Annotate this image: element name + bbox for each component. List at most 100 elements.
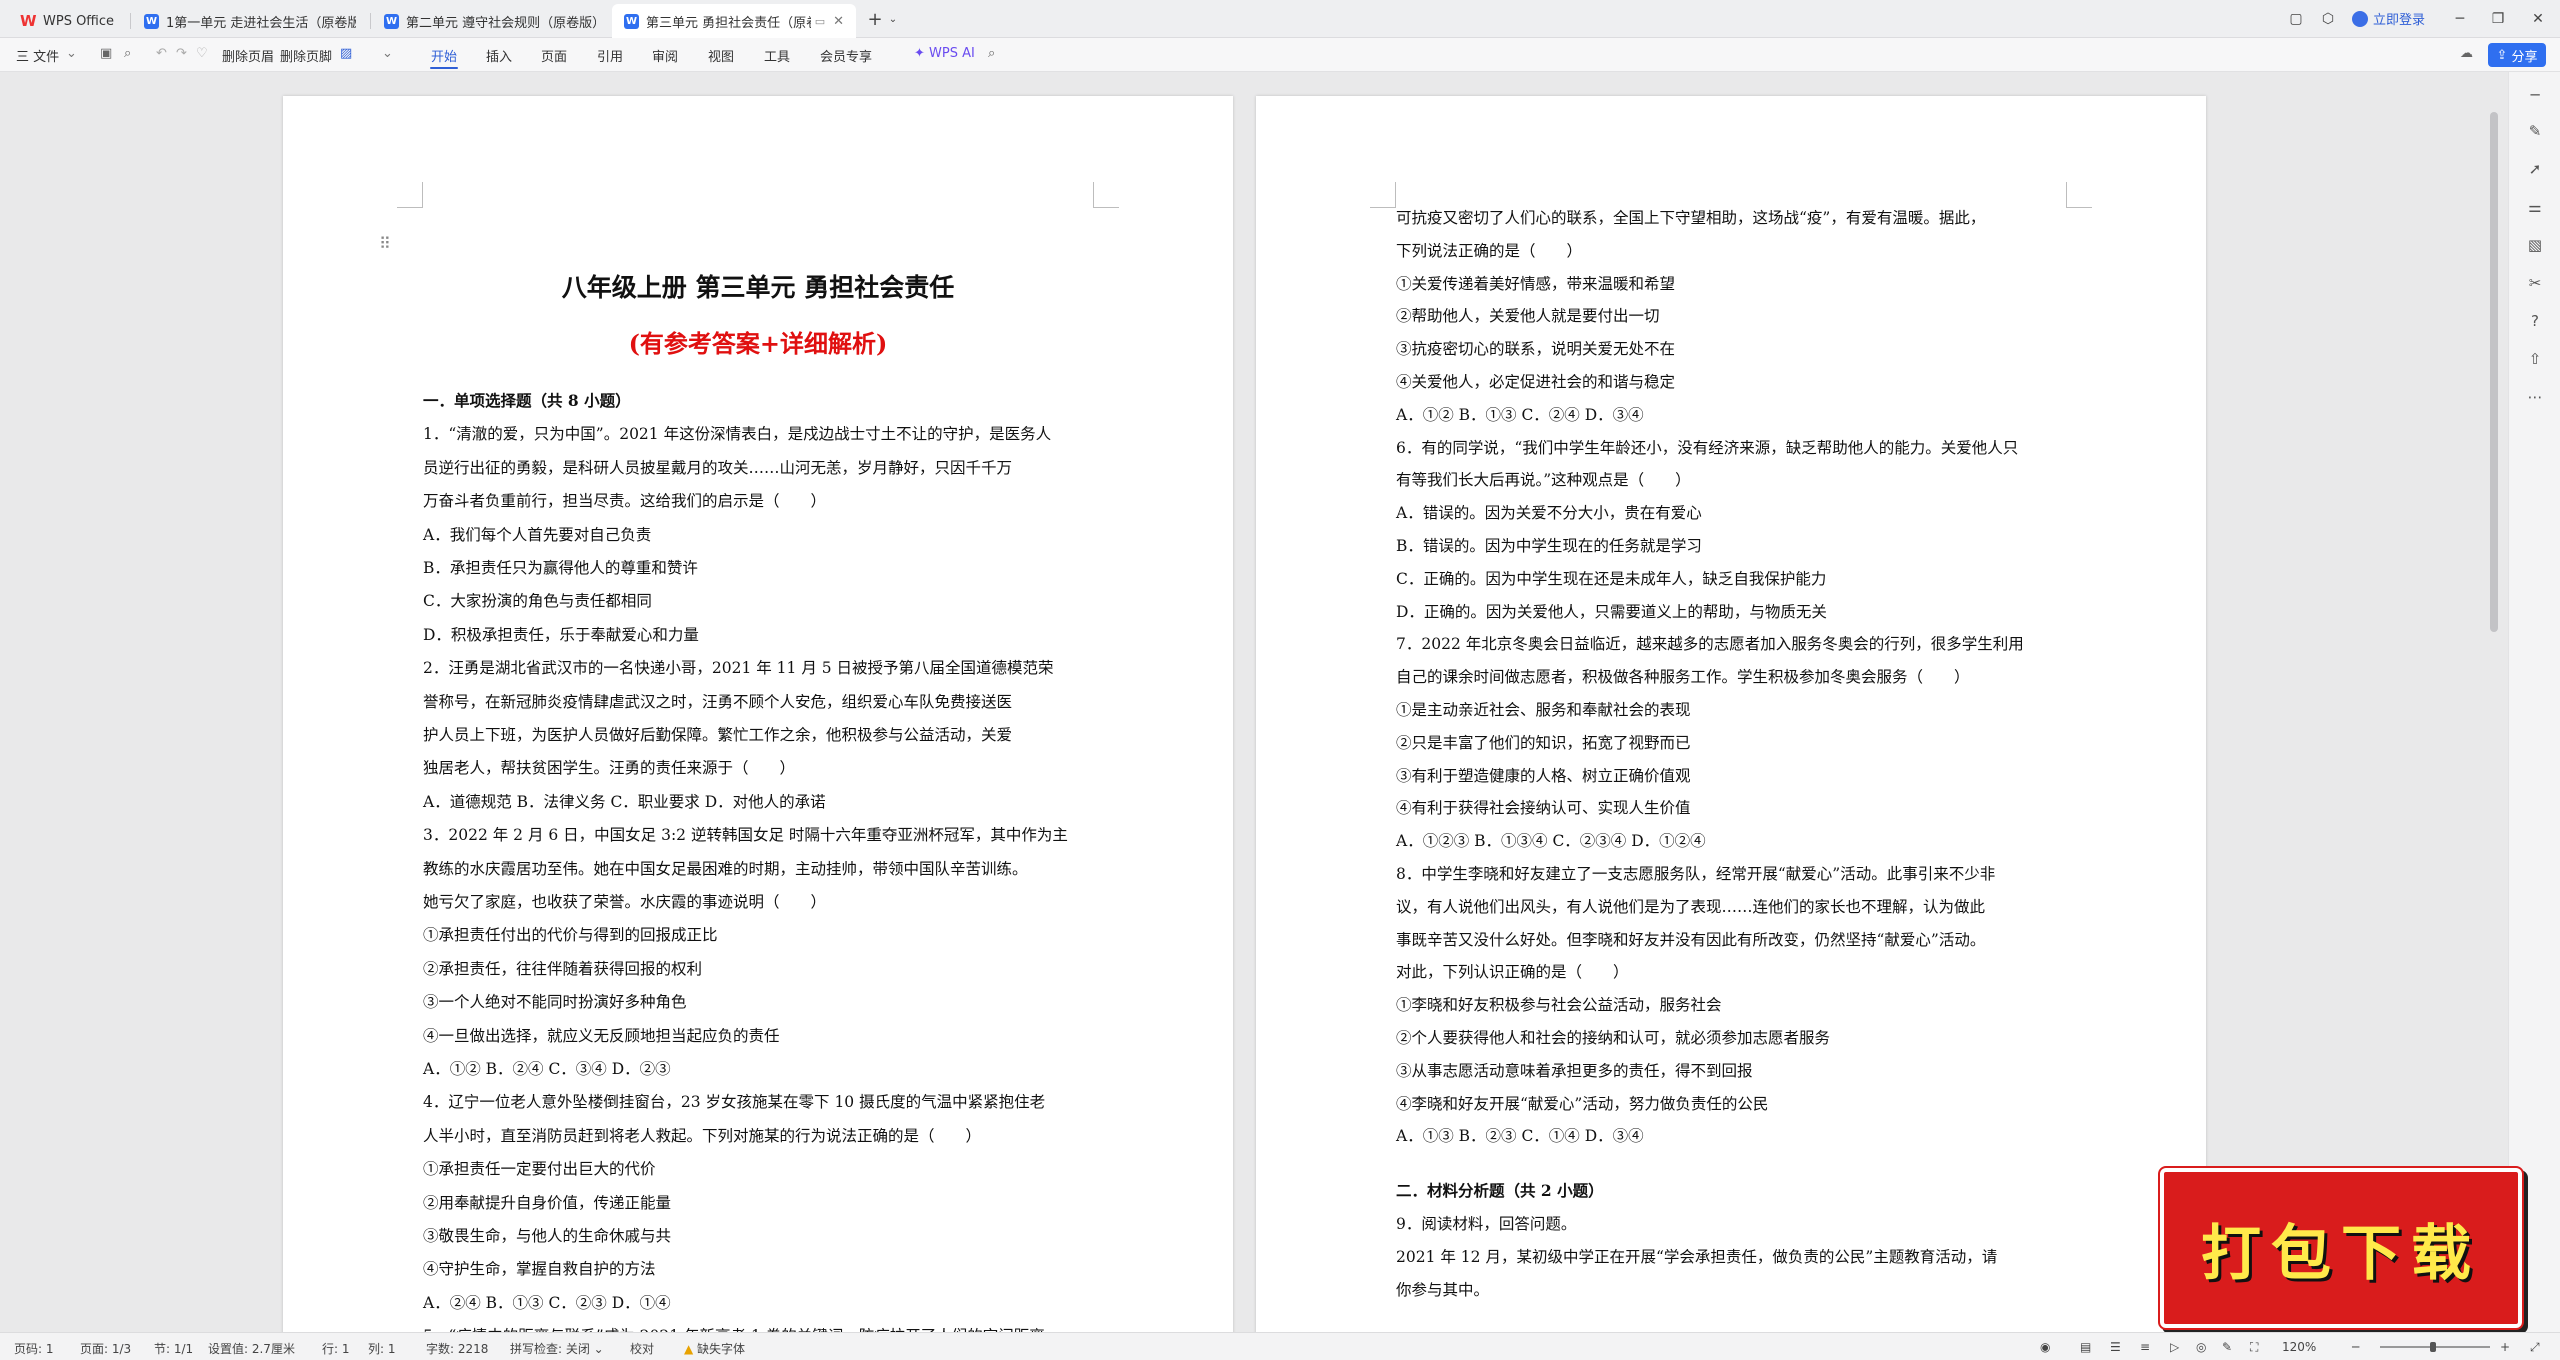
text-line: C．正确的。因为中学生现在还是未成年人，缺乏自我保护能力 bbox=[1396, 569, 1827, 588]
delete-footer-button[interactable]: 删除页脚 bbox=[280, 46, 332, 65]
tab-view[interactable]: 视图 bbox=[708, 46, 734, 65]
text-line: A．错误的。因为关爱不分大小，贵在有爱心 bbox=[1396, 504, 1702, 523]
status-section[interactable]: 节: 1/1 bbox=[154, 1340, 193, 1357]
drag-handle-icon[interactable]: ⠿ bbox=[379, 234, 391, 253]
warning-icon: ▲ bbox=[684, 1342, 698, 1356]
minimize-panel-icon[interactable]: ─ bbox=[2526, 86, 2544, 104]
cube-icon[interactable]: ⬡ bbox=[2318, 8, 2338, 30]
text-line: ④李晓和好友开展“献爱心”活动，努力做负责任的公民 bbox=[1396, 1094, 1769, 1113]
share-button[interactable]: ⇪ 分享 bbox=[2488, 43, 2546, 67]
status-row[interactable]: 行: 1 bbox=[322, 1340, 350, 1357]
globe-icon[interactable]: ◎ bbox=[2196, 1340, 2206, 1354]
status-missing-font[interactable]: ▲ 缺失字体 bbox=[684, 1340, 745, 1357]
tab-label: 1第一单元 走进社会生活（原卷版） bbox=[166, 15, 356, 31]
text-line: 人半小时，直至消防员赶到将老人救起。下列对施某的行为说法正确的是（ ） bbox=[423, 1126, 982, 1145]
print-layout-icon[interactable]: ▤ bbox=[2080, 1340, 2091, 1354]
file-menu[interactable]: 三 文件 bbox=[16, 46, 59, 65]
delete-header-button[interactable]: 删除页眉 bbox=[222, 46, 274, 65]
tab-page[interactable]: 页面 bbox=[541, 46, 567, 65]
page-corner-mark bbox=[2066, 182, 2092, 208]
outline-icon[interactable]: ≡ bbox=[2140, 1340, 2150, 1354]
status-page-code[interactable]: 页码: 1 bbox=[14, 1340, 54, 1357]
eye-icon[interactable]: ◉ bbox=[2040, 1340, 2050, 1354]
screen-icon: ▭ bbox=[814, 14, 826, 28]
chevron-down-icon[interactable]: ⌄ bbox=[382, 46, 393, 61]
text-line: 一．单项选择题（共 8 小题） bbox=[423, 391, 631, 410]
chevron-down-icon[interactable]: ⌄ bbox=[66, 46, 77, 61]
word-doc-icon: W bbox=[384, 13, 399, 29]
vertical-scrollbar[interactable] bbox=[2490, 112, 2498, 632]
heart-icon[interactable]: ♡ bbox=[196, 46, 208, 61]
tab-wps-home[interactable]: W WPS Office bbox=[8, 4, 136, 38]
text-line: A．①② B．①③ C．②④ D．③④ bbox=[1396, 405, 1644, 424]
image-icon[interactable]: ▨ bbox=[340, 46, 352, 61]
text-line: 6．有的同学说，“我们中学生年龄还小，没有经济来源，缺乏帮助他人的能力。关爱他人… bbox=[1396, 438, 2019, 457]
tab-doc-unit3[interactable]: W 第三单元 勇担社会责任（原卷 ▭ ✕ bbox=[612, 4, 856, 38]
status-proofread[interactable]: 校对 bbox=[630, 1340, 654, 1357]
document-subtitle: (有参考答案+详细解析) bbox=[628, 329, 888, 358]
format-painter-icon[interactable]: ⌕ bbox=[124, 46, 131, 61]
text-line: A．①② B．②④ C．③④ D．②③ bbox=[423, 1060, 671, 1078]
pen-icon[interactable]: ✎ bbox=[2526, 122, 2544, 140]
undo-icon[interactable]: ↶ bbox=[156, 46, 167, 61]
login-button[interactable]: 立即登录 bbox=[2352, 9, 2425, 28]
status-pages[interactable]: 页面: 1/3 bbox=[80, 1340, 131, 1357]
text-line: 自己的课余时间做志愿者，积极做各种服务工作。学生积极参加冬奥会服务（ ） bbox=[1396, 668, 1970, 687]
zoom-slider-handle[interactable] bbox=[2430, 1342, 2436, 1352]
tab-tools[interactable]: 工具 bbox=[764, 46, 790, 65]
page-corner-mark bbox=[1370, 182, 1396, 208]
share-panel-icon[interactable]: ⇧ bbox=[2526, 350, 2544, 368]
text-line: 有等我们长大后再说。”这种观点是（ ） bbox=[1396, 471, 1691, 490]
text-line: 2021 年 12 月，某初级中学正在开展“学会承担责任，做负责的公民”主题教育… bbox=[1396, 1247, 1998, 1266]
tab-home[interactable]: 开始 bbox=[431, 46, 457, 65]
zoom-level[interactable]: 120% bbox=[2282, 1340, 2316, 1354]
pen-mode-icon[interactable]: ✎ bbox=[2222, 1340, 2232, 1354]
close-icon[interactable]: ✕ bbox=[833, 14, 844, 29]
image-edit-icon[interactable]: ▧ bbox=[2526, 236, 2544, 254]
cursor-icon[interactable]: ➚ bbox=[2526, 160, 2544, 178]
save-icon[interactable]: ▣ bbox=[100, 46, 112, 61]
redo-icon[interactable]: ↷ bbox=[176, 46, 187, 61]
download-package-banner[interactable]: 打包下载 bbox=[2160, 1168, 2522, 1328]
text-line: ①承担责任一定要付出巨大的代价 bbox=[423, 1160, 656, 1179]
tab-doc-unit1[interactable]: W 1第一单元 走进社会生活（原卷版） bbox=[132, 4, 368, 38]
status-col[interactable]: 列: 1 bbox=[368, 1340, 396, 1357]
status-spell-check[interactable]: 拼写检查: 关闭 ⌄ bbox=[510, 1340, 604, 1357]
status-words[interactable]: 字数: 2218 bbox=[426, 1340, 488, 1357]
tab-insert[interactable]: 插入 bbox=[486, 46, 512, 65]
banner-text: 打包下载 bbox=[2201, 1218, 2481, 1289]
tab-reference[interactable]: 引用 bbox=[597, 46, 623, 65]
document-page-2[interactable]: 可抗疫又密切了人们心的联系，全国上下守望相助，这场战“疫”，有爱有温暖。据此， … bbox=[1256, 96, 2206, 1350]
status-setting[interactable]: 设置值: 2.7厘米 bbox=[208, 1340, 295, 1357]
expand-icon[interactable]: ⤢ bbox=[2530, 1340, 2540, 1355]
web-layout-icon[interactable]: ☰ bbox=[2110, 1340, 2121, 1354]
tab-review[interactable]: 审阅 bbox=[652, 46, 678, 65]
tools-icon[interactable]: ✂ bbox=[2526, 274, 2544, 292]
minimize-icon[interactable]: ─ bbox=[2450, 8, 2470, 30]
sliders-icon[interactable]: ⚌ bbox=[2526, 198, 2544, 216]
tab-doc-unit2[interactable]: W 第二单元 遵守社会规则（原卷版）.d bbox=[372, 4, 608, 38]
text-line: 员逆行出征的勇毅，是科研人员披星戴月的攻关……山河无恙，岁月静好，只因千千万 bbox=[423, 458, 1013, 477]
more-icon[interactable]: ⋯ bbox=[2526, 388, 2544, 406]
new-tab-button[interactable]: + bbox=[864, 8, 886, 30]
fit-page-icon[interactable]: ⛶ bbox=[2250, 1340, 2258, 1355]
window-layout-icon[interactable]: ▢ bbox=[2286, 8, 2306, 30]
text-line: A．①②③ B．①③④ C．②③④ D．①②④ bbox=[1396, 832, 1706, 851]
close-window-icon[interactable]: ✕ bbox=[2528, 8, 2548, 30]
text-line: ①李晓和好友积极参与社会公益活动，服务社会 bbox=[1396, 996, 1722, 1015]
wps-ai-button[interactable]: ✦ WPS AI bbox=[914, 46, 975, 61]
zoom-in-icon[interactable]: + bbox=[2500, 1340, 2510, 1354]
zoom-out-icon[interactable]: ─ bbox=[2352, 1340, 2359, 1354]
play-icon[interactable]: ▷ bbox=[2170, 1340, 2179, 1354]
text-line: 二．材料分析题（共 2 小题） bbox=[1396, 1181, 1604, 1201]
text-line: 誉称号，在新冠肺炎疫情肆虐武汉之时，汪勇不顾个人安危，组织爱心车队免费接送医 bbox=[423, 692, 1013, 711]
restore-icon[interactable]: ❐ bbox=[2488, 8, 2508, 30]
text-line: ①关爱传递着美好情感，带来温暖和希望 bbox=[1396, 274, 1676, 293]
cloud-icon[interactable]: ☁ bbox=[2460, 46, 2473, 61]
help-icon[interactable]: ? bbox=[2526, 312, 2544, 330]
document-page-1[interactable]: ⠿ 八年级上册 第三单元 勇担社会责任 (有参考答案+详细解析) 一．单项选择题… bbox=[283, 96, 1233, 1350]
chevron-down-icon[interactable]: ⌄ bbox=[886, 8, 900, 30]
search-icon[interactable]: ⌕ bbox=[988, 46, 995, 61]
tab-member[interactable]: 会员专享 bbox=[820, 46, 872, 65]
tab-label: 第三单元 勇担社会责任（原卷 bbox=[646, 15, 811, 31]
